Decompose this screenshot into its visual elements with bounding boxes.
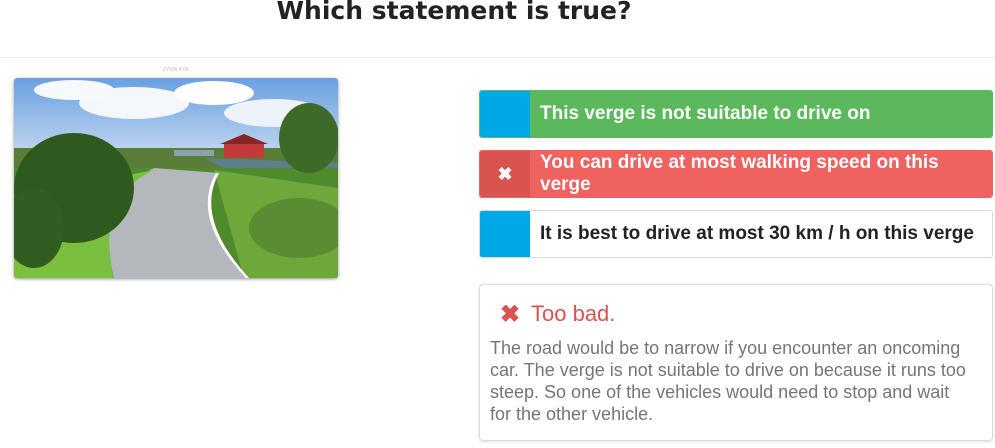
image-caption: ZYXW 4:06 [163, 67, 189, 73]
answer-text: This verge is not suitable to drive on [530, 91, 992, 137]
answer-text: It is best to drive at most 30 km / h on… [530, 211, 992, 257]
feedback-panel: ✖ Too bad. The road would be to narrow i… [479, 284, 993, 441]
header-divider [0, 57, 995, 58]
answer-option-2[interactable]: ✖ You can drive at most walking speed on… [479, 150, 993, 198]
answer-text: You can drive at most walking speed on t… [530, 151, 992, 197]
error-x-icon: ✖ [500, 300, 521, 328]
question-image [14, 78, 338, 278]
answer-option-3[interactable]: It is best to drive at most 30 km / h on… [479, 210, 993, 258]
question-title: Which statement is true? [276, 0, 632, 25]
feedback-explanation: The road would be to narrow if you encou… [490, 338, 966, 424]
answer-option-1[interactable]: This verge is not suitable to drive on [479, 90, 993, 138]
feedback-title: Too bad. [531, 301, 616, 326]
wrong-x-icon: ✖ [480, 151, 530, 197]
answer-marker [480, 211, 530, 257]
feedback-header: ✖ Too bad. [490, 299, 982, 329]
answer-marker [480, 91, 530, 137]
